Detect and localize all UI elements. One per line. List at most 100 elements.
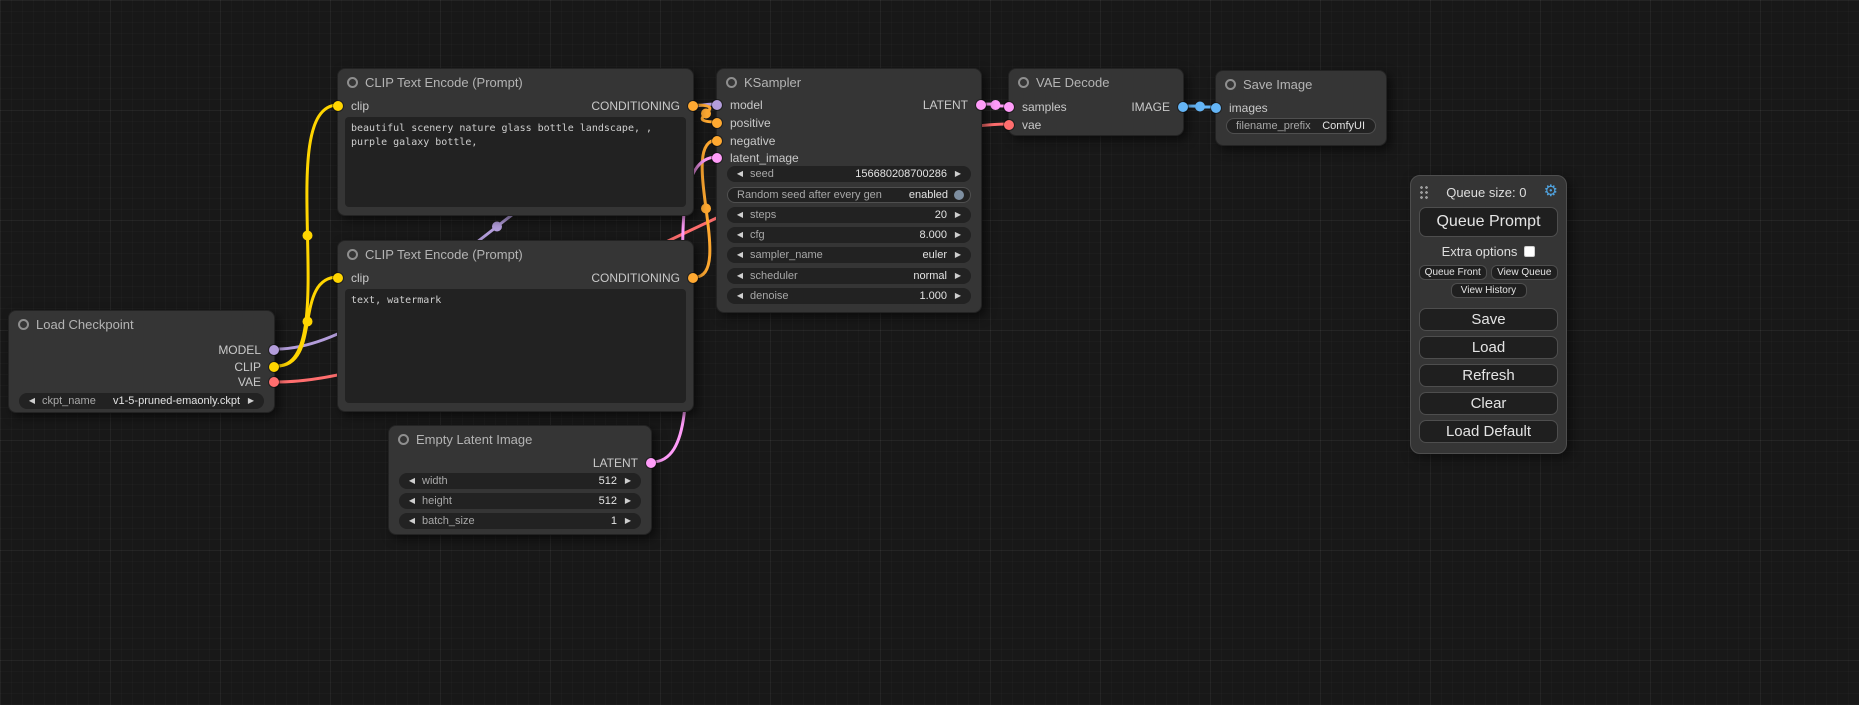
increment-icon[interactable] bbox=[951, 231, 965, 239]
node-vae-decode[interactable]: VAE Decode samples vae IMAGE bbox=[1008, 68, 1184, 136]
widget-value: v1-5-pruned-emaonly.ckpt bbox=[113, 395, 244, 407]
prompt-textarea[interactable]: beautiful scenery nature glass bottle la… bbox=[345, 117, 686, 207]
increment-icon[interactable] bbox=[621, 497, 635, 505]
queue-size-label: Queue size: 0 bbox=[1446, 185, 1526, 200]
output-port-conditioning[interactable] bbox=[688, 273, 698, 283]
toggle-icon[interactable] bbox=[954, 190, 964, 200]
next-value-icon[interactable] bbox=[951, 251, 965, 259]
output-label-latent: LATENT bbox=[593, 456, 638, 470]
input-label-latent-image: latent_image bbox=[730, 151, 799, 165]
input-port-model[interactable] bbox=[712, 100, 722, 110]
input-port-negative[interactable] bbox=[712, 136, 722, 146]
node-title-bar[interactable]: Load Checkpoint bbox=[9, 311, 274, 337]
settings-gear-icon[interactable] bbox=[1544, 184, 1558, 200]
node-status-icon bbox=[398, 434, 409, 445]
input-port-samples[interactable] bbox=[1004, 102, 1014, 112]
input-port-images[interactable] bbox=[1211, 103, 1221, 113]
extra-options-checkbox[interactable] bbox=[1524, 246, 1535, 257]
load-default-button[interactable]: Load Default bbox=[1419, 420, 1558, 443]
input-port-clip[interactable] bbox=[333, 273, 343, 283]
node-title: Save Image bbox=[1243, 77, 1312, 92]
widget-value: 512 bbox=[599, 475, 621, 487]
widget-value: normal bbox=[913, 270, 951, 282]
widget-label: batch_size bbox=[422, 515, 475, 527]
prev-value-icon[interactable] bbox=[733, 251, 747, 259]
ckpt-name-widget[interactable]: ckpt_name v1-5-pruned-emaonly.ckpt bbox=[19, 393, 264, 409]
widget-label: denoise bbox=[750, 290, 789, 302]
width-widget[interactable]: width 512 bbox=[399, 473, 641, 489]
node-status-icon bbox=[1225, 79, 1236, 90]
input-label-vae: vae bbox=[1022, 118, 1041, 132]
node-title-bar[interactable]: CLIP Text Encode (Prompt) bbox=[338, 69, 693, 95]
increment-icon[interactable] bbox=[951, 170, 965, 178]
seed-widget[interactable]: seed 156680208700286 bbox=[727, 166, 971, 182]
decrement-icon[interactable] bbox=[405, 477, 419, 485]
node-status-icon bbox=[1018, 77, 1029, 88]
prompt-textarea[interactable]: text, watermark bbox=[345, 289, 686, 403]
output-port-conditioning[interactable] bbox=[688, 101, 698, 111]
refresh-button[interactable]: Refresh bbox=[1419, 364, 1558, 387]
scheduler-widget[interactable]: scheduler normal bbox=[727, 268, 971, 284]
input-port-latent-image[interactable] bbox=[712, 153, 722, 163]
prev-value-icon[interactable] bbox=[25, 397, 39, 405]
node-title-bar[interactable]: VAE Decode bbox=[1009, 69, 1183, 95]
increment-icon[interactable] bbox=[951, 292, 965, 300]
decrement-icon[interactable] bbox=[733, 211, 747, 219]
queue-front-button[interactable]: Queue Front bbox=[1419, 265, 1487, 280]
node-empty-latent-image[interactable]: Empty Latent Image LATENT width 512 heig… bbox=[388, 425, 652, 535]
node-ksampler[interactable]: KSampler model positive negative latent_… bbox=[716, 68, 982, 313]
extra-options-label: Extra options bbox=[1442, 244, 1518, 259]
denoise-widget[interactable]: denoise 1.000 bbox=[727, 288, 971, 304]
input-port-clip[interactable] bbox=[333, 101, 343, 111]
decrement-icon[interactable] bbox=[405, 517, 419, 525]
queue-prompt-button[interactable]: Queue Prompt bbox=[1419, 207, 1558, 237]
random-seed-toggle-widget[interactable]: Random seed after every gen enabled bbox=[727, 187, 971, 203]
widget-label: filename_prefix bbox=[1236, 120, 1311, 132]
node-status-icon bbox=[18, 319, 29, 330]
cfg-widget[interactable]: cfg 8.000 bbox=[727, 227, 971, 243]
node-title-bar[interactable]: CLIP Text Encode (Prompt) bbox=[338, 241, 693, 267]
increment-icon[interactable] bbox=[621, 477, 635, 485]
prev-value-icon[interactable] bbox=[733, 272, 747, 280]
output-port-image[interactable] bbox=[1178, 102, 1188, 112]
view-history-button[interactable]: View History bbox=[1451, 283, 1527, 298]
queue-panel: Queue size: 0 Queue Prompt Extra options… bbox=[1410, 175, 1567, 454]
decrement-icon[interactable] bbox=[733, 292, 747, 300]
node-save-image[interactable]: Save Image images filename_prefix ComfyU… bbox=[1215, 70, 1387, 146]
increment-icon[interactable] bbox=[951, 211, 965, 219]
input-port-vae[interactable] bbox=[1004, 120, 1014, 130]
widget-value: 1.000 bbox=[919, 290, 951, 302]
input-label-clip: clip bbox=[351, 99, 369, 113]
load-button[interactable]: Load bbox=[1419, 336, 1558, 359]
decrement-icon[interactable] bbox=[733, 231, 747, 239]
sampler-name-widget[interactable]: sampler_name euler bbox=[727, 247, 971, 263]
output-port-clip[interactable] bbox=[269, 362, 279, 372]
decrement-icon[interactable] bbox=[733, 170, 747, 178]
widget-value: enabled bbox=[909, 189, 952, 201]
increment-icon[interactable] bbox=[621, 517, 635, 525]
next-value-icon[interactable] bbox=[244, 397, 258, 405]
node-title-bar[interactable]: Save Image bbox=[1216, 71, 1386, 97]
input-port-positive[interactable] bbox=[712, 118, 722, 128]
steps-widget[interactable]: steps 20 bbox=[727, 207, 971, 223]
drag-handle-icon[interactable] bbox=[1419, 185, 1429, 199]
save-button[interactable]: Save bbox=[1419, 308, 1558, 331]
height-widget[interactable]: height 512 bbox=[399, 493, 641, 509]
output-label-model: MODEL bbox=[218, 343, 261, 357]
output-port-latent[interactable] bbox=[646, 458, 656, 468]
next-value-icon[interactable] bbox=[951, 272, 965, 280]
output-port-latent[interactable] bbox=[976, 100, 986, 110]
output-port-vae[interactable] bbox=[269, 377, 279, 387]
output-port-model[interactable] bbox=[269, 345, 279, 355]
node-load-checkpoint[interactable]: Load Checkpoint MODEL CLIP VAE ckpt_name… bbox=[8, 310, 275, 413]
decrement-icon[interactable] bbox=[405, 497, 419, 505]
node-title-bar[interactable]: KSampler bbox=[717, 69, 981, 95]
node-clip-text-encode-negative[interactable]: CLIP Text Encode (Prompt) clip CONDITION… bbox=[337, 240, 694, 412]
node-clip-text-encode-positive[interactable]: CLIP Text Encode (Prompt) clip CONDITION… bbox=[337, 68, 694, 216]
view-queue-button[interactable]: View Queue bbox=[1491, 265, 1559, 280]
output-label-vae: VAE bbox=[238, 375, 261, 389]
batch-size-widget[interactable]: batch_size 1 bbox=[399, 513, 641, 529]
node-title-bar[interactable]: Empty Latent Image bbox=[389, 426, 651, 452]
clear-button[interactable]: Clear bbox=[1419, 392, 1558, 415]
filename-prefix-widget[interactable]: filename_prefix ComfyUI bbox=[1226, 118, 1376, 134]
